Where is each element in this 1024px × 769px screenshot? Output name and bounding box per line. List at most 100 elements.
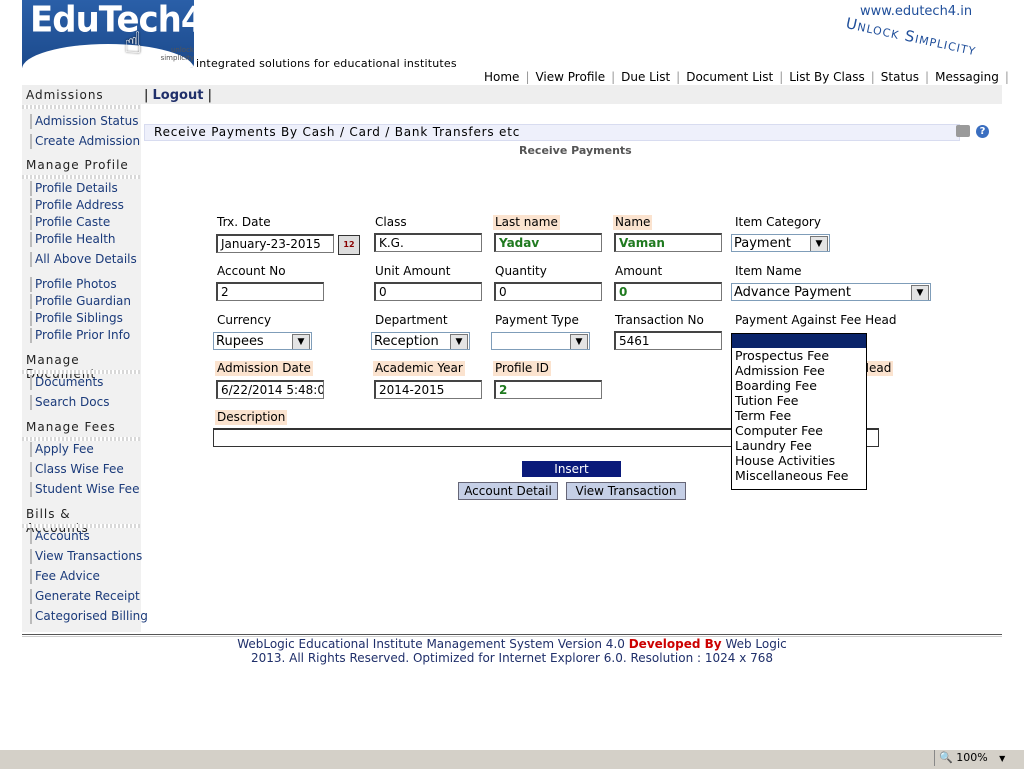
department-value: Reception (374, 334, 439, 349)
sidebar-item-create-admission[interactable]: Create Admission (30, 134, 140, 149)
chevron-down-icon[interactable]: ▼ (450, 334, 468, 349)
profile-id-field[interactable]: 2 (494, 380, 602, 399)
fee-head-dropdown[interactable]: Prospectus Fee Admission Fee Boarding Fe… (731, 333, 867, 490)
sidebar-item-admission-status[interactable]: Admission Status (30, 114, 138, 129)
payment-against-label: Payment Against Fee Head (735, 313, 897, 327)
chevron-down-icon[interactable]: ▼ (911, 285, 929, 300)
sidebar-item-categorised-billing[interactable]: Categorised Billing (30, 609, 148, 624)
help-icon[interactable]: ? (976, 125, 989, 138)
trx-date-field[interactable]: January-23-2015 (216, 234, 334, 253)
chevron-down-icon[interactable]: ▼ (810, 236, 828, 251)
currency-value: Rupees (216, 334, 264, 349)
fee-head-selected-blank[interactable] (732, 334, 866, 348)
logo-subtext: unlock simplicity (160, 46, 194, 62)
quantity-label: Quantity (495, 264, 547, 278)
fee-head-option[interactable]: Tution Fee (732, 393, 866, 408)
amount-field[interactable]: 0 (614, 282, 722, 301)
sidebar-item-profile-caste[interactable]: Profile Caste (30, 215, 110, 230)
fee-head-option[interactable]: Admission Fee (732, 363, 866, 378)
sidebar-item-search-docs[interactable]: Search Docs (30, 395, 109, 410)
sidebar-item-profile-photos[interactable]: Profile Photos (30, 277, 117, 292)
sidebar-section-admissions: Admissions (22, 88, 140, 109)
sidebar-item-generate-receipt[interactable]: Generate Receipt (30, 589, 140, 604)
last-name-field[interactable]: Yadav (494, 233, 602, 252)
insert-button[interactable]: Insert (522, 461, 621, 477)
footer-company: Web Logic (725, 637, 787, 651)
account-detail-button[interactable]: Account Detail (458, 482, 558, 500)
sidebar-item-fee-advice[interactable]: Fee Advice (30, 569, 100, 584)
amount-label: Amount (615, 264, 663, 278)
sidebar-item-profile-siblings[interactable]: Profile Siblings (30, 311, 123, 326)
fee-head-option[interactable]: Computer Fee (732, 423, 866, 438)
sidebar-item-student-wise-fee[interactable]: Student Wise Fee (30, 482, 139, 497)
view-transaction-button[interactable]: View Transaction (566, 482, 686, 500)
sidebar-item-documents[interactable]: Documents (30, 375, 103, 390)
chevron-down-icon[interactable]: ▼ (292, 334, 310, 349)
department-label: Department (375, 313, 448, 327)
browser-statusbar (0, 749, 1024, 769)
fee-head-option[interactable]: Boarding Fee (732, 378, 866, 393)
transaction-no-label: Transaction No (615, 313, 704, 327)
chevron-down-icon[interactable]: ▼ (999, 754, 1005, 763)
sidebar-item-profile-guardian[interactable]: Profile Guardian (30, 294, 131, 309)
sidebar-item-accounts[interactable]: Accounts (30, 529, 90, 544)
chevron-down-icon[interactable]: ▼ (570, 334, 588, 349)
footer-line-1: WebLogic Educational Institute Managemen… (0, 637, 1024, 651)
unit-amount-field[interactable]: 0 (374, 282, 482, 301)
logo: EduTech4 ☝ unlock simplicity (22, 0, 194, 68)
tagline: integrated solutions for educational ins… (196, 57, 457, 70)
zoom-control[interactable]: 🔍 100% ▼ (934, 750, 1011, 766)
item-name-label: Item Name (735, 264, 802, 278)
fee-head-option[interactable]: Term Fee (732, 408, 866, 423)
footer-developed-by: Developed By (628, 637, 722, 651)
fee-head-option[interactable]: Prospectus Fee (732, 348, 866, 363)
item-name-select[interactable]: Advance Payment ▼ (731, 283, 931, 301)
calendar-icon[interactable]: 12 (338, 235, 360, 255)
topnav-messaging[interactable]: Messaging (929, 70, 1005, 86)
academic-year-label: Academic Year (373, 361, 465, 376)
logout-bar: | Logout | (144, 88, 212, 103)
currency-select[interactable]: Rupees ▼ (213, 332, 312, 350)
last-name-label: Last name (493, 215, 560, 230)
topnav-due-list[interactable]: Due List (615, 70, 676, 86)
sidebar-item-all-above-details[interactable]: All Above Details (30, 252, 137, 267)
sidebar-item-apply-fee[interactable]: Apply Fee (30, 442, 94, 457)
item-category-label: Item Category (735, 215, 821, 229)
item-category-value: Payment (734, 236, 791, 251)
topnav-home[interactable]: Home (478, 70, 525, 86)
zoom-value: 100% (956, 751, 988, 764)
topnav-status[interactable]: Status (875, 70, 925, 86)
fee-head-option[interactable]: Miscellaneous Fee (732, 468, 866, 483)
footer-line-2: 2013. All Rights Reserved. Optimized for… (250, 651, 774, 665)
payment-type-select[interactable]: ▼ (491, 332, 590, 350)
fee-head-option[interactable]: Laundry Fee (732, 438, 866, 453)
sidebar-item-profile-details[interactable]: Profile Details (30, 181, 118, 196)
quantity-field[interactable]: 0 (494, 282, 602, 301)
sidebar-item-view-transactions[interactable]: View Transactions (30, 549, 142, 564)
name-field[interactable]: Vaman (614, 233, 722, 252)
print-icon[interactable] (956, 125, 970, 137)
class-field[interactable]: K.G. (374, 233, 482, 252)
topnav-view-profile[interactable]: View Profile (529, 70, 611, 86)
sidebar-item-profile-health[interactable]: Profile Health (30, 232, 116, 247)
academic-year-field[interactable]: 2014-2015 (374, 380, 482, 399)
account-no-label: Account No (217, 264, 286, 278)
topnav-document-list[interactable]: Document List (680, 70, 779, 86)
form-title-bar: Receive Payments By Cash / Card / Bank T… (144, 124, 960, 141)
transaction-no-field[interactable]: 5461 (614, 331, 722, 350)
unit-amount-label: Unit Amount (375, 264, 451, 278)
sidebar-item-profile-address[interactable]: Profile Address (30, 198, 124, 213)
fee-head-option[interactable]: House Activities (732, 453, 866, 468)
department-select[interactable]: Reception ▼ (371, 332, 470, 350)
sidebar-item-class-wise-fee[interactable]: Class Wise Fee (30, 462, 124, 477)
trx-date-label: Trx. Date (217, 215, 271, 229)
logout-link[interactable]: Logout (153, 88, 204, 103)
topnav-list-by-class[interactable]: List By Class (783, 70, 871, 86)
footer-divider (22, 634, 1002, 635)
sidebar-item-profile-prior-info[interactable]: Profile Prior Info (30, 328, 130, 343)
item-category-select[interactable]: Payment ▼ (731, 234, 830, 252)
admission-date-field[interactable]: 6/22/2014 5:48:0 (216, 380, 324, 399)
payment-type-label: Payment Type (495, 313, 579, 327)
account-no-field[interactable]: 2 (216, 282, 324, 301)
slogan: Unlock Simplicity (844, 14, 978, 60)
